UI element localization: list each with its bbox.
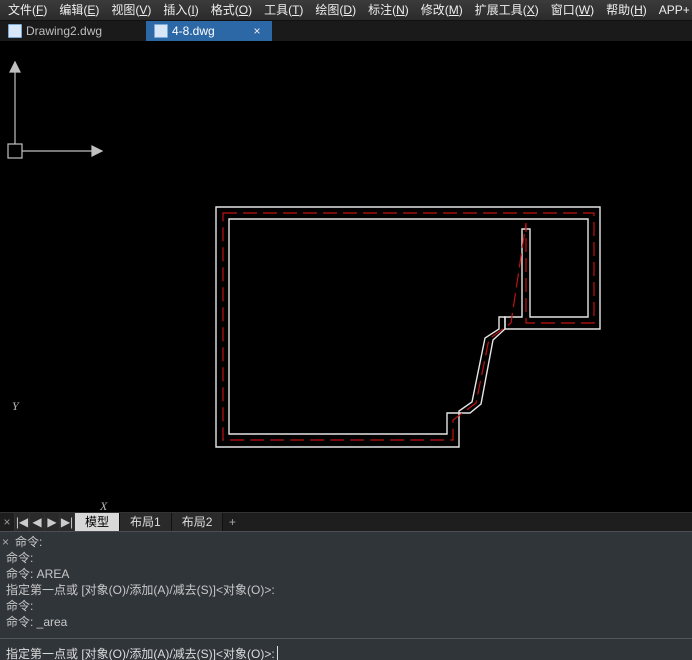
menu-item-O[interactable]: 格式(O): [205, 0, 258, 20]
nav-prev-icon[interactable]: ◀: [30, 513, 45, 531]
menu-item-V[interactable]: 视图(V): [105, 0, 157, 20]
ucs-x-label: X: [100, 499, 107, 514]
ucs-y-label: Y: [12, 399, 19, 414]
menu-item-F[interactable]: 文件(F): [2, 0, 53, 20]
command-history-line: 命令:: [6, 534, 686, 550]
nav-next-icon[interactable]: ▶: [45, 513, 60, 531]
file-icon: [154, 24, 168, 38]
drawing-canvas[interactable]: X Y: [0, 42, 692, 512]
layout-tab[interactable]: 布局2: [172, 513, 224, 531]
command-prompt-text: 指定第一点或 [对象(O)/添加(A)/减去(S)]<对象(O)>:: [6, 645, 275, 660]
nav-first-icon[interactable]: |◀: [15, 513, 30, 531]
menu-item-H[interactable]: 帮助(H): [600, 0, 653, 20]
doc-tab-label: 4-8.dwg: [172, 24, 215, 38]
menu-item-E[interactable]: 编辑(E): [53, 0, 105, 20]
ucs-icon: [6, 42, 116, 162]
menu-item-W[interactable]: 窗口(W): [545, 0, 600, 20]
layout-tab-bar: × |◀ ◀ ▶ ▶| 模型布局1布局2 +: [0, 512, 692, 531]
command-history-line: 命令: AREA: [6, 566, 686, 582]
close-icon[interactable]: ×: [2, 534, 9, 550]
menu-item-M[interactable]: 修改(M): [415, 0, 469, 20]
menu-item-APP+[interactable]: APP+: [653, 0, 692, 20]
layout-tab[interactable]: 布局1: [120, 513, 172, 531]
command-history-line: 命令:: [6, 550, 686, 566]
close-icon[interactable]: ×: [0, 513, 15, 531]
menu-item-I[interactable]: 插入(I): [157, 0, 204, 20]
nav-last-icon[interactable]: ▶|: [60, 513, 75, 531]
menu-item-X[interactable]: 扩展工具(X): [469, 0, 545, 20]
command-history-line: 命令: _area: [6, 614, 686, 630]
command-history: × 命令:命令:命令: AREA指定第一点或 [对象(O)/添加(A)/减去(S…: [0, 531, 692, 638]
add-layout-button[interactable]: +: [223, 513, 241, 531]
command-history-line: 指定第一点或 [对象(O)/添加(A)/减去(S)]<对象(O)>:: [6, 582, 686, 598]
menu-item-N[interactable]: 标注(N): [362, 0, 415, 20]
doc-tab-active[interactable]: 4-8.dwg ×: [146, 21, 272, 41]
menu-item-D[interactable]: 绘图(D): [309, 0, 362, 20]
layout-tab[interactable]: 模型: [75, 513, 120, 531]
doc-tab-label: Drawing2.dwg: [26, 24, 102, 38]
command-history-line: 命令:: [6, 598, 686, 614]
new-tab-button[interactable]: [272, 21, 294, 41]
document-tab-bar: Drawing2.dwg 4-8.dwg ×: [0, 21, 692, 42]
text-cursor: [277, 646, 278, 660]
doc-tab-inactive[interactable]: Drawing2.dwg: [0, 21, 146, 41]
command-input[interactable]: 指定第一点或 [对象(O)/添加(A)/减去(S)]<对象(O)>:: [0, 638, 692, 660]
menu-bar: 文件(F)编辑(E)视图(V)插入(I)格式(O)工具(T)绘图(D)标注(N)…: [0, 0, 692, 21]
file-icon: [8, 24, 22, 38]
menu-item-T[interactable]: 工具(T): [258, 0, 309, 20]
close-icon[interactable]: ×: [250, 24, 264, 38]
